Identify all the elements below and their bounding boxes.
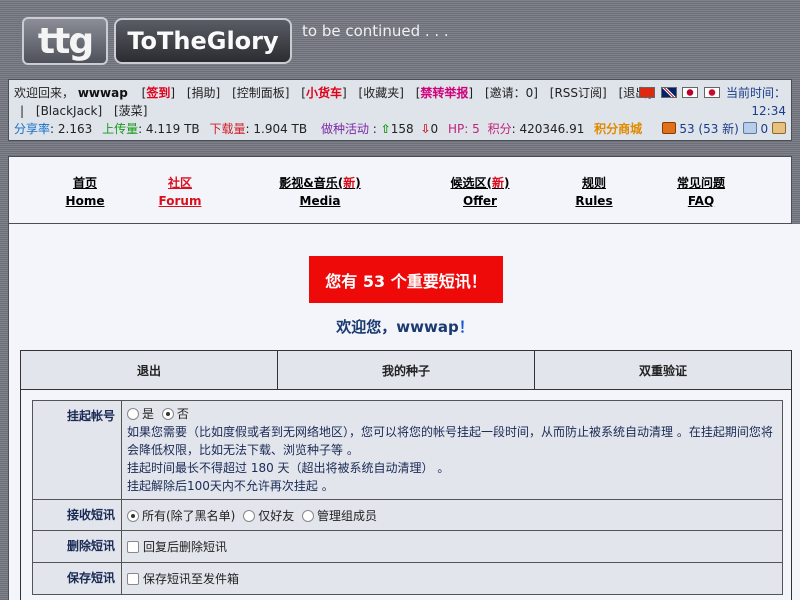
- site-tagline: to be continued . . .: [302, 22, 449, 40]
- seeding-up-count: 158: [390, 122, 414, 136]
- points-label: 积分: [487, 122, 512, 136]
- ratio-value: : 2.163: [50, 122, 93, 136]
- important-messages-alert[interactable]: 您有 53 个重要短讯！: [309, 256, 503, 303]
- current-time-value: 12:34: [751, 104, 786, 118]
- hp-label: HP:: [447, 122, 469, 136]
- ttg-logo[interactable]: ttg: [22, 17, 108, 65]
- korea-flag-icon[interactable]: [704, 87, 721, 98]
- site-header: ttg ToTheGlory to be continued . . .: [0, 0, 800, 76]
- upload-value: : 4.119 TB: [138, 122, 200, 136]
- nav-item-rules[interactable]: 规则 Rules: [575, 174, 612, 210]
- username-link[interactable]: wwwap: [78, 86, 128, 100]
- ratio-label: 分享率: [14, 122, 51, 136]
- setting-row-delete: 删除短讯 回复后删除短讯: [32, 530, 783, 563]
- seeding-down-count: 0: [430, 122, 439, 136]
- upload-label: 上传量: [102, 122, 139, 136]
- suspend-description: 如果您需要（比如度假或者到无网络地区），您可以将您的帐号挂起一段时间，从而防止被…: [127, 425, 773, 457]
- suspend-no-radio[interactable]: [161, 408, 174, 420]
- save-to-outbox-label: 保存短讯至发件箱: [143, 572, 240, 586]
- save-to-outbox-checkbox[interactable]: [127, 573, 139, 585]
- nav-item-offer[interactable]: 候选区(新) Offer: [451, 174, 510, 210]
- receive-staff-label: 管理组成员: [317, 509, 378, 523]
- welcome-heading: 欢迎您，wwwap！: [336, 318, 474, 336]
- suspend-limit-note: 挂起时间最长不得超过 180 天（超出将被系统自动清理） 。: [127, 461, 450, 475]
- receive-label: 接收短讯: [32, 499, 122, 531]
- totheglory-logo[interactable]: ToTheGlory: [114, 18, 292, 64]
- delete-after-reply-checkbox[interactable]: [127, 541, 139, 553]
- suspend-cooldown-note: 挂起解除后100天内不允许再次挂起 。: [127, 479, 334, 493]
- spinach-link[interactable]: 菠菜: [119, 104, 143, 118]
- seeding-prefix: :: [368, 122, 377, 136]
- nav-item-media[interactable]: 影视&音乐(新) Media: [279, 174, 360, 210]
- japan-flag-icon[interactable]: [682, 87, 699, 98]
- friends-count[interactable]: 0: [761, 122, 769, 136]
- points-value: : 420346.91: [511, 122, 585, 136]
- receive-staff-radio[interactable]: [302, 510, 315, 522]
- download-value: : 1.904 TB: [245, 122, 308, 136]
- china-flag-icon[interactable]: [638, 87, 655, 98]
- settings-table: 挂起帐号 是 否 如果您需要（比如度假或者到无网络地区），您可以将您的帐号挂起一…: [32, 400, 783, 595]
- rss-link[interactable]: RSS订阅: [554, 86, 602, 100]
- cart-link[interactable]: 小货车: [306, 86, 342, 100]
- welcome-prefix: 欢迎回来，: [14, 86, 75, 100]
- messages-count[interactable]: 53 (53 新): [679, 122, 739, 136]
- receive-all-radio[interactable]: [127, 510, 139, 522]
- seeding-label: 做种活动: [320, 122, 369, 136]
- suspend-label: 挂起帐号: [32, 400, 122, 500]
- suspend-yes-label: 是: [142, 407, 155, 421]
- suspend-yes-radio[interactable]: [127, 408, 139, 420]
- receive-friends-radio[interactable]: [243, 510, 256, 522]
- download-label: 下载量: [209, 122, 246, 136]
- delete-after-reply-label: 回复后删除短讯: [143, 540, 228, 554]
- receive-friends-label: 仅好友: [258, 509, 295, 523]
- suspend-no-label: 否: [176, 407, 189, 421]
- usercp-tabs: 退出 我的种子 双重验证: [20, 350, 792, 390]
- main-content: 您有 53 个重要短讯！ 欢迎您，wwwap！ 退出 我的种子 双重验证 挂起帐…: [8, 224, 800, 600]
- people-icon[interactable]: [772, 122, 786, 134]
- report-link[interactable]: 禁转举报: [420, 86, 468, 100]
- tab-two-factor[interactable]: 双重验证: [535, 351, 791, 389]
- eye-icon[interactable]: [742, 122, 757, 134]
- donate-link[interactable]: 捐助: [192, 86, 216, 100]
- inbox-icon[interactable]: [661, 122, 676, 134]
- separator: |: [20, 104, 25, 118]
- uk-flag-icon[interactable]: [660, 87, 677, 98]
- setting-row-receive: 接收短讯 所有(除了黑名单) 仅好友 管理组成员: [32, 499, 783, 531]
- control-panel-link[interactable]: 控制面板: [237, 86, 285, 100]
- down-arrow-icon: ⇩: [420, 122, 431, 136]
- current-time-label: 当前时间：: [725, 86, 786, 100]
- up-arrow-icon: ⇧: [380, 122, 391, 136]
- settings-panel: 挂起帐号 是 否 如果您需要（比如度假或者到无网络地区），您可以将您的帐号挂起一…: [20, 390, 792, 600]
- points-shop-link[interactable]: 积分商城: [594, 122, 642, 136]
- main-nav: 首页 Home 社区 Forum 影视&音乐(新) Media 候选区(新) Off…: [8, 156, 792, 224]
- signin-link[interactable]: 签到: [146, 86, 170, 100]
- favorites-link[interactable]: 收藏夹: [363, 86, 399, 100]
- tab-my-torrents[interactable]: 我的种子: [278, 351, 535, 389]
- nav-item-faq[interactable]: 常见问题 FAQ: [677, 174, 725, 210]
- invite-link[interactable]: 邀请：0: [490, 86, 534, 100]
- setting-row-suspend: 挂起帐号 是 否 如果您需要（比如度假或者到无网络地区），您可以将您的帐号挂起一…: [32, 400, 783, 500]
- nav-item-forum[interactable]: 社区 Forum: [159, 174, 202, 210]
- tab-logout[interactable]: 退出: [21, 351, 278, 389]
- receive-all-label: 所有(除了黑名单): [142, 509, 236, 523]
- nav-item-home[interactable]: 首页 Home: [66, 174, 105, 210]
- delete-label: 删除短讯: [32, 530, 122, 563]
- blackjack-link[interactable]: BlackJack: [41, 104, 98, 118]
- setting-row-save: 保存短讯 保存短讯至发件箱: [32, 562, 783, 595]
- user-info-bar: 欢迎回来， wwwap [签到] [捐助] [控制面板] [小货车] [收藏夹]…: [8, 79, 792, 141]
- hp-value: 5: [472, 122, 480, 136]
- save-label: 保存短讯: [32, 562, 122, 595]
